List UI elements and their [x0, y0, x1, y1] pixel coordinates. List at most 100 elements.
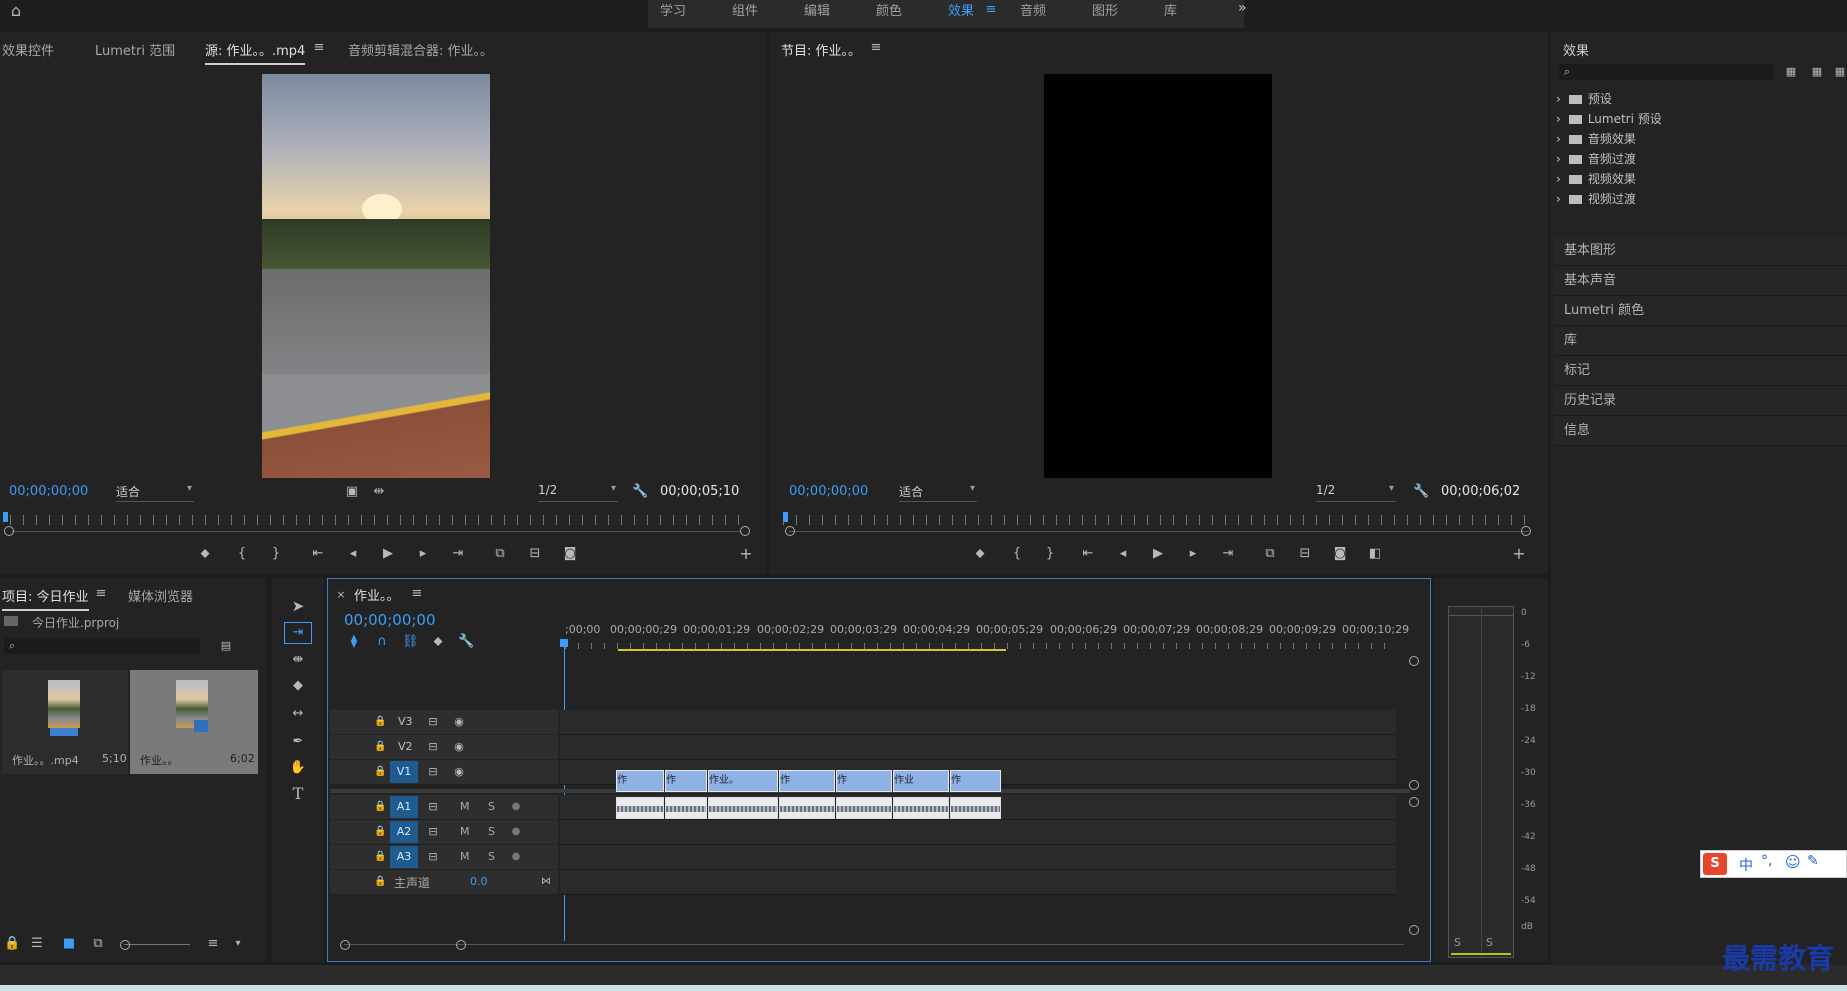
source-fit-select[interactable]: 适合 ▾ — [116, 483, 194, 502]
zoom-handle-left[interactable] — [785, 526, 795, 536]
compare-icon[interactable]: ◧ — [1367, 546, 1383, 562]
workspace-tab-libraries[interactable]: 库 — [1164, 0, 1177, 19]
project-item-clip[interactable]: 作业。。.mp4 5;10 — [2, 670, 128, 774]
lock-icon[interactable]: 🔒 — [374, 764, 386, 780]
ime-language-toggle[interactable]: 中 — [1739, 855, 1753, 875]
mute-button[interactable]: M — [460, 825, 470, 838]
extract-icon[interactable]: ⊟ — [1297, 546, 1313, 562]
close-icon[interactable]: × — [336, 587, 346, 603]
go-to-end-icon[interactable]: ⋈ — [540, 874, 552, 890]
camera-icon[interactable]: ◙ — [562, 546, 578, 562]
timeline-horizontal-scrollbar[interactable] — [344, 944, 1404, 945]
meter-solo-left[interactable]: S — [1454, 936, 1461, 949]
mute-button[interactable]: M — [460, 850, 470, 863]
program-fit-select[interactable]: 适合 ▾ — [899, 483, 977, 502]
audio-clip[interactable] — [893, 797, 949, 819]
mark-out-icon[interactable]: } — [1042, 546, 1058, 562]
track-lane-v3[interactable] — [560, 710, 1396, 735]
vertical-zoom-handle[interactable] — [1409, 656, 1419, 666]
meter-solo-right[interactable]: S — [1486, 936, 1493, 949]
icon-view-icon[interactable]: ■ — [62, 936, 76, 952]
lift-icon[interactable]: ⧉ — [1262, 546, 1278, 562]
nest-icon[interactable]: ⧫ — [346, 634, 362, 650]
project-search-input[interactable]: ⌕ — [4, 638, 200, 654]
track-label[interactable]: V3 — [398, 715, 413, 728]
workspace-tab-color[interactable]: 颜色 — [876, 0, 902, 19]
drag-video-icon[interactable]: ⇹ — [372, 484, 386, 500]
lock-icon[interactable]: 🔒 — [374, 824, 386, 840]
hand-icon[interactable]: ✋ — [288, 760, 308, 776]
source-menu-icon[interactable]: ≡ — [312, 40, 326, 56]
audio-clip[interactable] — [708, 797, 778, 819]
timeline-timecode[interactable]: 00;00;00;00 — [344, 611, 436, 629]
source-resolution-select[interactable]: 1/2 ▾ — [538, 483, 618, 502]
vertical-zoom-handle[interactable] — [1409, 780, 1419, 790]
video-clip[interactable]: 作业 — [893, 770, 949, 792]
mark-out-icon[interactable]: } — [268, 546, 284, 562]
microphone-icon[interactable]: ● — [510, 799, 522, 815]
go-to-out-icon[interactable]: ⇥ — [450, 546, 466, 562]
linked-selection-icon[interactable]: ⛓ — [402, 634, 419, 650]
panel-info[interactable]: 信息 — [1554, 416, 1847, 446]
video-clip[interactable]: 作 — [616, 770, 664, 792]
tab-media-browser[interactable]: 媒体浏览器 — [128, 586, 193, 605]
workspace-tab-learn[interactable]: 学习 — [660, 0, 686, 19]
master-volume[interactable]: 0.0 — [470, 875, 488, 888]
sync-lock-icon[interactable]: ⊟ — [426, 764, 440, 780]
track-lane-a3[interactable] — [560, 845, 1396, 870]
work-area-bar[interactable] — [618, 649, 1006, 651]
scroll-handle-right[interactable] — [456, 940, 466, 950]
workspace-tab-audio[interactable]: 音频 — [1020, 0, 1046, 19]
vertical-zoom-handle[interactable] — [1409, 797, 1419, 807]
selection-tool-icon[interactable]: ➤ — [288, 598, 308, 614]
folder-presets[interactable]: › 预设 — [1556, 90, 1612, 107]
insert-clip-icon[interactable]: ⧉ — [492, 546, 508, 562]
step-forward-icon[interactable]: ▸ — [1185, 546, 1201, 562]
add-button-icon[interactable]: + — [1511, 546, 1527, 562]
sync-lock-icon[interactable]: ⊟ — [426, 849, 440, 865]
pen-icon[interactable]: ✒ — [288, 734, 308, 750]
lock-icon[interactable]: 🔒 — [374, 739, 386, 755]
video-clip[interactable]: 作 — [779, 770, 835, 792]
audio-clip[interactable] — [836, 797, 892, 819]
program-zoom-bar[interactable] — [789, 531, 1529, 532]
mute-button[interactable]: M — [460, 800, 470, 813]
lock-icon[interactable]: 🔒 — [374, 714, 386, 730]
step-back-icon[interactable]: ◂ — [1115, 546, 1131, 562]
accelerated-effects-icon[interactable]: ▦ — [1783, 64, 1799, 80]
track-lane-v2[interactable] — [560, 735, 1396, 760]
timeline-menu-icon[interactable]: ≡ — [410, 586, 424, 602]
panel-essential-sound[interactable]: 基本声音 — [1554, 266, 1847, 296]
program-playhead[interactable] — [783, 512, 788, 522]
tab-effect-controls[interactable]: 效果控件 — [2, 40, 54, 59]
workspace-tab-graphics[interactable]: 图形 — [1092, 0, 1118, 19]
project-item-sequence[interactable]: 作业。。 6;02 — [130, 670, 258, 774]
video-clip[interactable]: 作业。 — [708, 770, 778, 792]
play-icon[interactable]: ▶ — [380, 546, 396, 562]
program-menu-icon[interactable]: ≡ — [869, 40, 883, 56]
track-lane-a2[interactable] — [560, 820, 1396, 845]
eye-icon[interactable]: ◉ — [452, 714, 466, 730]
slip-tool-icon[interactable]: ↔ — [288, 706, 308, 722]
lock-icon[interactable]: 🔒 — [374, 849, 386, 865]
video-clip[interactable]: 作 — [665, 770, 707, 792]
sync-lock-icon[interactable]: ⊟ — [426, 799, 440, 815]
solo-button[interactable]: S — [488, 800, 495, 813]
track-select-tool[interactable]: ⇥ — [284, 622, 312, 644]
yuv-effects-icon[interactable]: ▦ — [1833, 64, 1847, 80]
panel-history[interactable]: 历史记录 — [1554, 386, 1847, 416]
insert-icon[interactable]: ▣ — [345, 484, 359, 500]
add-button-icon[interactable]: + — [738, 546, 754, 562]
audio-clip[interactable] — [616, 797, 664, 819]
workspace-tab-edit[interactable]: 编辑 — [804, 0, 830, 19]
track-target-a3[interactable]: A3 — [390, 846, 418, 868]
project-menu-icon[interactable]: ≡ — [94, 586, 108, 602]
track-label[interactable]: V2 — [398, 740, 413, 753]
solo-button[interactable]: S — [488, 825, 495, 838]
mark-in-icon[interactable]: { — [1009, 546, 1025, 562]
sync-lock-icon[interactable]: ⊟ — [426, 714, 440, 730]
playhead-handle[interactable] — [560, 639, 568, 647]
mark-in-icon[interactable]: { — [234, 546, 250, 562]
ripple-edit-icon[interactable]: ⇼ — [288, 652, 308, 668]
step-forward-icon[interactable]: ▸ — [415, 546, 431, 562]
